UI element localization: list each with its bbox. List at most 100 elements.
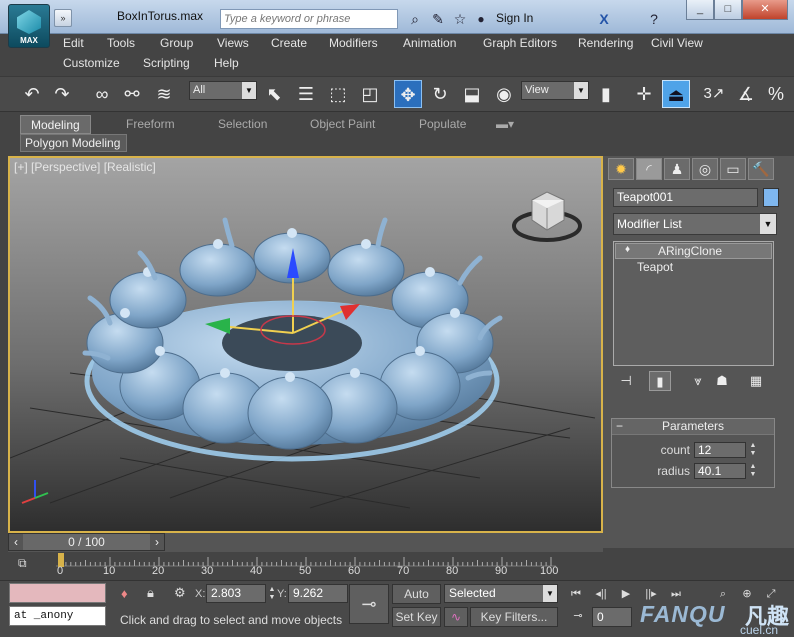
star-icon[interactable]: ☆ (450, 9, 470, 29)
configure-sets-icon[interactable]: ▦ (745, 371, 767, 391)
parameters-rollout-header[interactable]: − Parameters (612, 419, 774, 435)
select-object-icon[interactable]: ⬉ (260, 80, 288, 108)
previous-frame-icon[interactable]: ‹ (9, 534, 23, 550)
rotate-icon[interactable]: ↻ (426, 80, 454, 108)
exchange-icon[interactable]: X (594, 9, 614, 29)
keyboard-shortcut-override-icon[interactable]: ⏏ (662, 80, 690, 108)
link-icon[interactable]: ∞ (88, 80, 116, 108)
search-input[interactable]: Type a keyword or phrase (220, 9, 398, 29)
sign-in-link[interactable]: Sign In (496, 11, 533, 25)
object-color-swatch[interactable] (763, 188, 779, 207)
maximize-button[interactable]: □ (714, 0, 742, 20)
move-icon[interactable]: ✥ (394, 80, 422, 108)
select-by-name-icon[interactable]: ☰ (292, 80, 320, 108)
minimize-button[interactable]: _ (686, 0, 714, 20)
key-filters-icon[interactable]: ∿ (444, 607, 468, 627)
lightbulb-icon[interactable]: ♦ (121, 586, 128, 601)
ribbon-options-button[interactable]: ▬▾ (490, 115, 520, 134)
object-name-field[interactable]: Teapot001 (613, 188, 758, 207)
auto-key-button[interactable]: Auto Key (392, 584, 441, 619)
key-filters-button[interactable]: Key Filters... (470, 607, 558, 627)
menu-group[interactable]: Group (160, 36, 193, 50)
utilities-panel-icon[interactable]: 🔨 (748, 158, 774, 180)
pin-stack-icon[interactable]: ⊣ (615, 371, 637, 391)
maxscript-listener-input[interactable]: at _anony (9, 606, 106, 626)
lock-selection-icon[interactable]: 🔒︎ (147, 585, 154, 601)
menu-help[interactable]: Help (214, 56, 239, 70)
menu-graph-editors[interactable]: Graph Editors (483, 36, 557, 50)
perspective-viewport[interactable]: [+] [Perspective] [Realistic] (8, 156, 603, 533)
close-button[interactable]: ✕ (742, 0, 788, 20)
param-count-field[interactable]: 12 (694, 442, 746, 458)
modifier-list-dropdown[interactable]: Modifier List ▼ (613, 213, 777, 235)
set-key-button[interactable]: Set Key (392, 607, 441, 627)
display-panel-icon[interactable]: ▭ (720, 158, 746, 180)
menu-scripting[interactable]: Scripting (143, 56, 190, 70)
track-bar[interactable]: ⧉ 0 10 20 30 40 50 60 70 80 90 100 (0, 552, 794, 582)
previous-key-icon[interactable]: ◂|| (590, 585, 612, 603)
quick-access-more-button[interactable]: » (54, 9, 72, 27)
lightbulb-icon[interactable]: ♦ (625, 244, 630, 255)
param-radius-spinner[interactable]: ▲ ▼ (747, 463, 759, 479)
place-icon[interactable]: ◉ (490, 80, 518, 108)
tab-freeform[interactable]: Freeform (116, 115, 185, 134)
binoculars-icon[interactable]: ⌕ (404, 9, 426, 29)
help-icon[interactable]: ? (644, 9, 664, 29)
make-unique-icon[interactable]: ⩔ (687, 371, 709, 391)
bind-space-warp-icon[interactable]: ≋ (150, 80, 178, 108)
remove-modifier-icon[interactable]: ☗ (711, 371, 733, 391)
menu-rendering[interactable]: Rendering (578, 36, 633, 50)
pivot-center-icon[interactable]: ▮ (592, 80, 620, 108)
undo-icon[interactable]: ↶ (18, 80, 46, 108)
stack-item-teapot[interactable]: Teapot (615, 260, 772, 276)
mini-curve-editor-icon[interactable]: ⧉ (18, 556, 40, 574)
menu-edit[interactable]: Edit (63, 36, 84, 50)
redo-icon[interactable]: ↷ (48, 80, 76, 108)
menu-civil-view[interactable]: Civil View (651, 36, 703, 50)
next-frame-icon[interactable]: › (150, 534, 164, 550)
param-count-spinner[interactable]: ▲ ▼ (747, 442, 759, 458)
menu-modifiers[interactable]: Modifiers (329, 36, 378, 50)
hierarchy-panel-icon[interactable]: ♟ (664, 158, 690, 180)
menu-tools[interactable]: Tools (107, 36, 135, 50)
menu-customize[interactable]: Customize (63, 56, 120, 70)
show-end-result-icon[interactable]: ▮ (649, 371, 671, 391)
scale-icon[interactable]: ⬓ (458, 80, 486, 108)
create-panel-icon[interactable]: ✹ (608, 158, 634, 180)
x-coord-field[interactable]: 2.803 (206, 584, 266, 603)
user-icon[interactable]: ● (474, 9, 488, 29)
set-key-mode-icon[interactable]: ⊸ (349, 584, 389, 624)
window-crossing-icon[interactable]: ◰ (356, 80, 384, 108)
go-to-start-icon[interactable]: ⏮ (565, 585, 587, 603)
application-button[interactable]: MAX (8, 4, 50, 48)
snaps-toggle-icon[interactable]: 3↗ (700, 80, 728, 108)
tab-populate[interactable]: Populate (409, 115, 476, 134)
reference-coord-dropdown[interactable]: View ▼ (521, 81, 589, 100)
param-radius-field[interactable]: 40.1 (694, 463, 746, 479)
modify-panel-icon[interactable]: ◜ (636, 158, 662, 180)
unlink-icon[interactable]: ⚯ (118, 80, 146, 108)
tick-label: 60 (348, 565, 361, 577)
stack-item-aringclone[interactable]: ♦ ARingClone (615, 243, 772, 259)
selection-filter-dropdown[interactable]: All ▼ (189, 81, 257, 100)
tab-modeling[interactable]: Modeling (20, 115, 91, 134)
maxscript-listener-output[interactable] (9, 583, 106, 603)
absolute-mode-icon[interactable]: ⚙ (174, 585, 186, 601)
select-manipulate-icon[interactable]: ✛ (630, 80, 658, 108)
tab-object-paint[interactable]: Object Paint (300, 115, 385, 134)
menu-create[interactable]: Create (271, 36, 307, 50)
key-mode-toggle-icon[interactable]: ⊸ (567, 607, 589, 625)
angle-snap-icon[interactable]: ∡ (732, 80, 760, 108)
percent-snap-icon[interactable]: % (762, 80, 790, 108)
ribbon-panel-polygon-modeling[interactable]: Polygon Modeling (20, 134, 127, 152)
motion-panel-icon[interactable]: ◎ (692, 158, 718, 180)
time-slider[interactable]: ‹ 0 / 100 › (8, 533, 165, 551)
menu-animation[interactable]: Animation (403, 36, 456, 50)
key-mode-dropdown[interactable]: Selected ▼ (444, 584, 558, 603)
menu-views[interactable]: Views (217, 36, 249, 50)
viewport-label[interactable]: [+] [Perspective] [Realistic] (14, 160, 156, 174)
y-coord-field[interactable]: 9.262 (288, 584, 348, 603)
selection-region-icon[interactable]: ⬚ (324, 80, 352, 108)
tab-selection[interactable]: Selection (208, 115, 277, 134)
subscription-icon[interactable]: ✎ (428, 9, 448, 29)
